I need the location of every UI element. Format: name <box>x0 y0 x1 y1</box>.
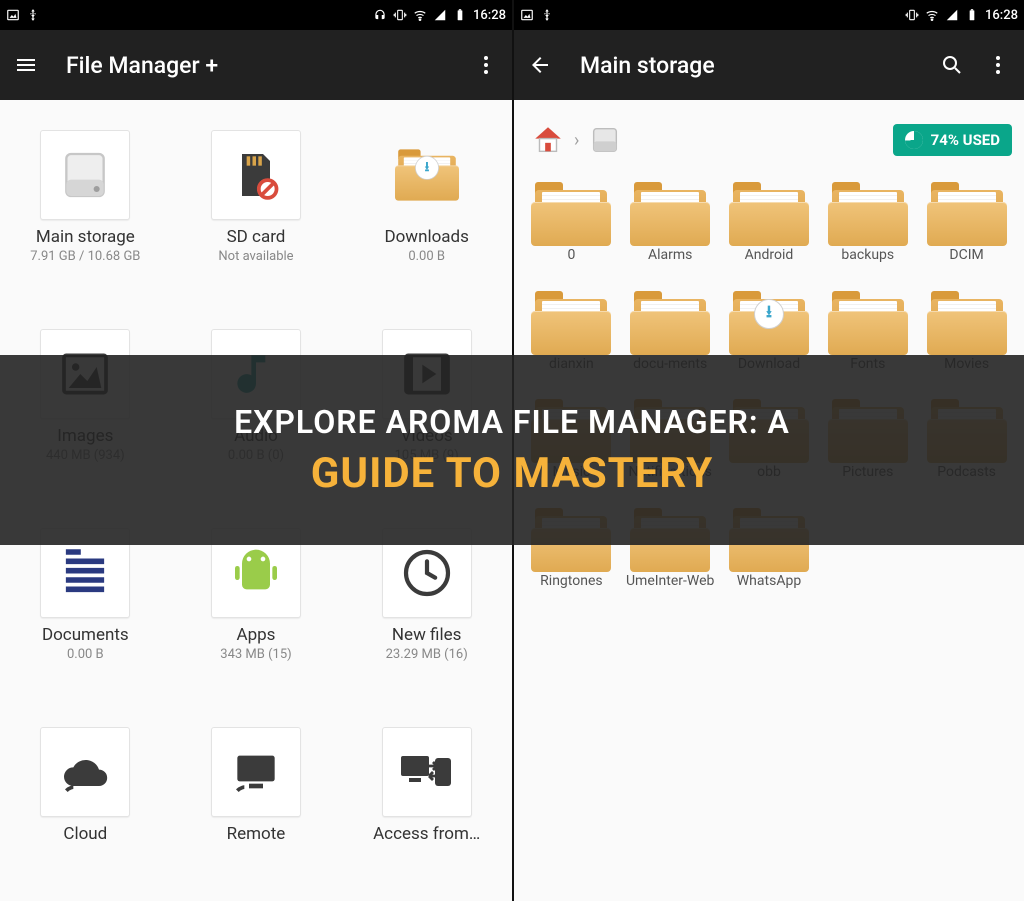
status-time: 16:28 <box>473 8 506 23</box>
category-sub: 0.00 B <box>6 647 165 662</box>
overflow-icon[interactable] <box>986 53 1010 77</box>
chevron-right-icon: › <box>570 130 583 151</box>
toolbar-left: File Manager + <box>0 30 512 100</box>
access-icon <box>382 727 472 817</box>
wifi-icon <box>413 8 427 22</box>
folder-icon <box>927 182 1007 246</box>
overlay-line1: Explore Aroma File Manager: A <box>234 403 790 441</box>
folder-label: backups <box>822 248 914 263</box>
category-sub: 7.91 GB / 10.68 GB <box>6 249 165 264</box>
category-label: Documents <box>6 626 165 645</box>
usb-icon <box>540 8 554 22</box>
category-label: Cloud <box>6 825 165 844</box>
category-sub: 0.00 B <box>347 249 506 264</box>
image-icon <box>6 8 20 22</box>
crumb-home[interactable] <box>526 118 570 162</box>
hamburger-icon[interactable] <box>14 53 38 77</box>
category-label: New files <box>347 626 506 645</box>
folder-label: Alarms <box>624 248 716 263</box>
drive-icon <box>40 130 130 220</box>
usb-icon <box>26 8 40 22</box>
usage-badge[interactable]: 74% USED <box>893 124 1012 156</box>
status-bar: 16:28 <box>514 0 1024 30</box>
headset-icon <box>373 8 387 22</box>
category-label: Apps <box>177 626 336 645</box>
folder-label: DCIM <box>921 248 1013 263</box>
remote-icon <box>211 727 301 817</box>
breadcrumb: › 74% USED <box>514 100 1024 172</box>
folder-dl-icon: ⭳ <box>382 130 472 220</box>
folder-icon <box>927 291 1007 355</box>
folder-icon <box>531 291 611 355</box>
category-label: Downloads <box>347 228 506 247</box>
folder-label: Ringtones <box>525 574 617 589</box>
overlay-line2: Guide to Mastery <box>311 449 714 498</box>
category-documents[interactable]: Documents 0.00 B <box>0 518 171 717</box>
category-sd-card[interactable]: SD card Not available <box>171 120 342 319</box>
category-main-storage[interactable]: Main storage 7.91 GB / 10.68 GB <box>0 120 171 319</box>
folder-item[interactable]: DCIM <box>917 176 1016 281</box>
folder-icon <box>630 291 710 355</box>
category-label: Main storage <box>6 228 165 247</box>
status-bar: 16:28 <box>0 0 512 30</box>
folder-item[interactable]: Alarms <box>621 176 720 281</box>
vibrate-icon <box>905 8 919 22</box>
crumb-drive[interactable] <box>583 118 627 162</box>
folder-icon <box>828 291 908 355</box>
app-title: File Manager + <box>66 52 474 79</box>
back-icon[interactable] <box>528 53 552 77</box>
overflow-icon[interactable] <box>474 53 498 77</box>
folder-label: 0 <box>525 248 617 263</box>
folder-icon: ⭳ <box>729 291 809 355</box>
category-cloud[interactable]: Cloud <box>0 717 171 901</box>
folder-icon <box>828 182 908 246</box>
category-sub: 343 MB (15) <box>177 647 336 662</box>
category-apps[interactable]: Apps 343 MB (15) <box>171 518 342 717</box>
pie-icon <box>905 131 923 149</box>
folder-label: Android <box>723 248 815 263</box>
folder-item[interactable]: Android <box>720 176 819 281</box>
status-time: 16:28 <box>985 8 1018 23</box>
category-new-files[interactable]: New files 23.29 MB (16) <box>341 518 512 717</box>
folder-label: WhatsApp <box>723 574 815 589</box>
vibrate-icon <box>393 8 407 22</box>
battery-icon <box>453 8 467 22</box>
cloud-icon <box>40 727 130 817</box>
page-title: Main storage <box>580 52 940 79</box>
folder-icon <box>531 182 611 246</box>
battery-icon <box>965 8 979 22</box>
folder-item[interactable]: 0 <box>522 176 621 281</box>
folder-item[interactable]: backups <box>818 176 917 281</box>
toolbar-right: Main storage <box>514 30 1024 100</box>
overlay-caption: Explore Aroma File Manager: A Guide to M… <box>0 355 1024 545</box>
folder-label: UmeInter-Web <box>624 574 716 589</box>
folder-icon <box>729 182 809 246</box>
search-icon[interactable] <box>940 53 964 77</box>
folder-icon <box>630 182 710 246</box>
category-remote[interactable]: Remote <box>171 717 342 901</box>
category-sub: Not available <box>177 249 336 264</box>
sd-icon <box>211 130 301 220</box>
wifi-icon <box>925 8 939 22</box>
category-label: Remote <box>177 825 336 844</box>
signal-icon <box>945 8 959 22</box>
category-label: Access from… <box>347 825 506 844</box>
category-sub: 23.29 MB (16) <box>347 647 506 662</box>
usage-label: 74% USED <box>931 131 1000 149</box>
category-downloads[interactable]: ⭳ Downloads 0.00 B <box>341 120 512 319</box>
image-icon <box>520 8 534 22</box>
category-label: SD card <box>177 228 336 247</box>
signal-icon <box>433 8 447 22</box>
category-access[interactable]: Access from… <box>341 717 512 901</box>
